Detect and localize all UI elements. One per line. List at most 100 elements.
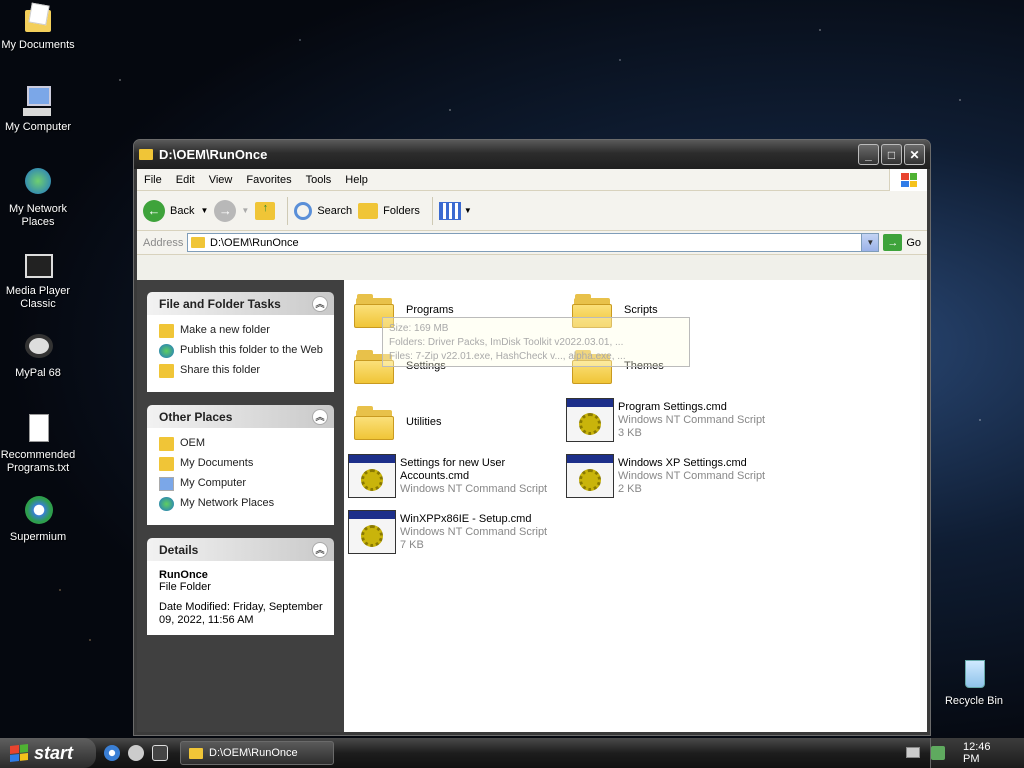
new-folder-icon [159, 324, 174, 338]
collapse-chevron-icon[interactable]: ︽ [312, 295, 328, 312]
my-computer-icon [159, 477, 174, 491]
clock: 12:46 PM [962, 741, 991, 765]
back-dropdown-icon[interactable]: ▼ [200, 206, 208, 215]
command-script-icon [348, 454, 396, 498]
place-link-my-documents[interactable]: My Documents [159, 457, 324, 471]
folders-icon [358, 202, 379, 219]
address-bar: Address D:\OEM\RunOnce ▼ → Go [137, 231, 927, 255]
place-link-oem[interactable]: OEM [159, 437, 324, 451]
details-modified: Date Modified: Friday, September 09, 202… [159, 601, 323, 626]
details-type: File Folder [159, 581, 211, 593]
desktop-icon-my-documents[interactable]: My Documents [0, 2, 76, 52]
desktop-icon-recommended-programs[interactable]: Recommended Programs.txt [0, 412, 76, 475]
close-button[interactable]: ✕ [904, 144, 925, 165]
menu-file[interactable]: File [137, 174, 169, 186]
panel-header[interactable]: Details ︽ [147, 538, 334, 561]
up-folder-icon: ↑ [255, 201, 276, 220]
share-folder-link[interactable]: Share this folder [159, 364, 324, 378]
panel-header[interactable]: Other Places ︽ [147, 405, 334, 428]
go-arrow-icon: → [883, 234, 903, 251]
network-places-icon [21, 166, 55, 200]
network-tray-icon[interactable] [931, 746, 945, 760]
folder-icon [189, 747, 203, 759]
search-button[interactable]: Search [294, 201, 352, 220]
address-dropdown-button[interactable]: ▼ [861, 234, 879, 251]
place-link-network-places[interactable]: My Network Places [159, 497, 324, 511]
file-list: Programs Scripts Settings Themes Utiliti… [344, 280, 927, 732]
publish-to-web-link[interactable]: Publish this folder to the Web [159, 344, 324, 358]
views-button[interactable]: ▼ [438, 201, 472, 220]
menu-tools[interactable]: Tools [299, 174, 339, 186]
forward-button[interactable]: → ▼ [214, 199, 249, 222]
windows-logo-icon [10, 744, 28, 762]
forward-arrow-icon: → [214, 199, 237, 222]
desktop-icon-recycle-bin[interactable]: Recycle Bin [936, 658, 1012, 708]
make-new-folder-link[interactable]: Make a new folder [159, 324, 324, 338]
media-player-icon[interactable] [152, 745, 168, 761]
explorer-window: D:\OEM\RunOnce _ □ ✕ File Edit View Favo… [133, 139, 931, 736]
forward-dropdown-icon[interactable]: ▼ [241, 206, 249, 215]
go-button[interactable]: → Go [883, 234, 921, 251]
minimize-button[interactable]: _ [858, 144, 879, 165]
quick-launch [104, 745, 176, 761]
file-item-program-settings[interactable]: Program Settings.cmd Windows NT Command … [566, 398, 765, 442]
desktop-icon-media-player[interactable]: Media Player Classic [0, 248, 76, 311]
other-places-panel: Other Places ︽ OEM My Documents My Compu… [147, 405, 334, 525]
toolbar: ← Back ▼ → ▼ ↑ Search Folders ▼ [137, 191, 927, 231]
address-label: Address [143, 236, 184, 249]
mypal-icon [21, 330, 55, 364]
folder-icon [159, 437, 174, 451]
keyboard-icon[interactable] [906, 747, 920, 758]
maximize-button[interactable]: □ [881, 144, 902, 165]
menu-edit[interactable]: Edit [169, 174, 202, 186]
my-documents-icon [159, 457, 174, 471]
details-panel: Details ︽ RunOnce File Folder Date Modif… [147, 538, 334, 635]
share-folder-icon [159, 364, 174, 378]
place-link-my-computer[interactable]: My Computer [159, 477, 324, 491]
file-item-settings-new-user[interactable]: Settings for new User Accounts.cmd Windo… [348, 454, 550, 498]
back-button[interactable]: ← Back ▼ [143, 199, 208, 222]
folders-button[interactable]: Folders [358, 202, 420, 219]
globe-icon [159, 344, 174, 358]
supermium-icon[interactable] [104, 745, 120, 761]
back-arrow-icon: ← [143, 199, 165, 222]
menu-favorites[interactable]: Favorites [239, 174, 298, 186]
taskbar-window-button[interactable]: D:\OEM\RunOnce [180, 741, 334, 765]
desktop-icon-supermium[interactable]: Supermium [0, 494, 76, 544]
media-player-icon [21, 248, 55, 282]
menu-help[interactable]: Help [338, 174, 375, 186]
menu-view[interactable]: View [202, 174, 240, 186]
mypal-icon[interactable] [128, 745, 144, 761]
file-folder-tasks-panel: File and Folder Tasks ︽ Make a new folde… [147, 292, 334, 392]
menu-bar: File Edit View Favorites Tools Help [137, 169, 927, 191]
my-computer-icon [21, 84, 55, 118]
up-folder-button[interactable]: ↑ [255, 201, 276, 220]
address-input[interactable]: D:\OEM\RunOnce ▼ [187, 233, 880, 252]
details-name: RunOnce [159, 569, 208, 581]
panel-header[interactable]: File and Folder Tasks ︽ [147, 292, 334, 315]
toolbar-separator [431, 196, 433, 225]
desktop-icon-network-places[interactable]: My Network Places [0, 166, 76, 229]
file-item-winxppx86ie-setup[interactable]: WinXPPx86IE - Setup.cmd Windows NT Comma… [348, 510, 547, 554]
start-button[interactable]: start [0, 738, 96, 768]
folder-icon [191, 237, 205, 248]
windows-logo-icon [889, 169, 927, 191]
desktop-icon-my-computer[interactable]: My Computer [0, 84, 76, 134]
supermium-icon [21, 494, 55, 528]
folder-icon [354, 404, 394, 440]
title-bar[interactable]: D:\OEM\RunOnce _ □ ✕ [134, 140, 930, 169]
collapse-chevron-icon[interactable]: ︽ [312, 408, 328, 425]
collapse-chevron-icon[interactable]: ︽ [312, 541, 328, 558]
file-item-windows-xp-settings[interactable]: Windows XP Settings.cmd Windows NT Comma… [566, 454, 765, 498]
text-file-icon [21, 412, 55, 446]
recycle-bin-icon [957, 658, 991, 692]
folder-icon [139, 149, 153, 160]
folder-item-utilities[interactable]: Utilities [354, 404, 441, 440]
command-script-icon [566, 398, 614, 442]
command-script-icon [348, 510, 396, 554]
command-script-icon [566, 454, 614, 498]
my-documents-icon [21, 2, 55, 36]
desktop-icon-mypal[interactable]: MyPal 68 [0, 330, 76, 380]
folder-info-tooltip: Size: 169 MB Folders: Driver Packs, ImDi… [382, 317, 690, 367]
system-tray: 12:46 PM [930, 738, 1024, 768]
